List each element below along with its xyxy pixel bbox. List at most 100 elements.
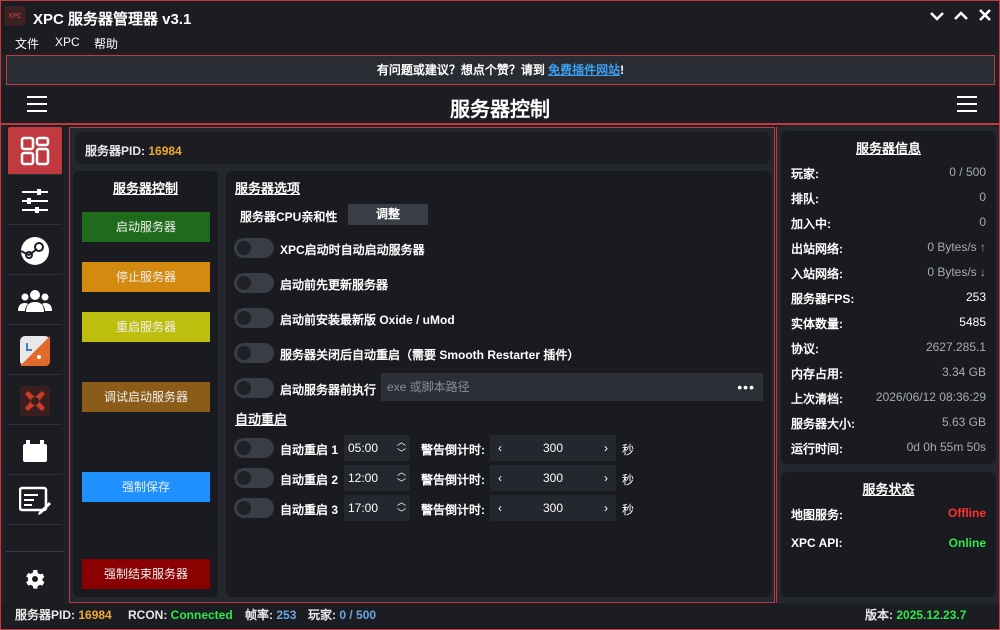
server-control-heading: 服务器控制 xyxy=(112,181,178,196)
start-server-button[interactable]: 启动服务器 xyxy=(82,212,210,242)
toggle-autostart-label: XPC启动时自动启动服务器 xyxy=(280,243,425,257)
status-key: XPC API: xyxy=(791,536,843,550)
banner-text: 有问题或建议？想点个赞？请到 xyxy=(376,63,549,77)
rust-icon xyxy=(20,385,50,416)
app-window: XPC XPC 服务器管理器 v3.1 文件 XPC 帮助 有问题或建议？想点个… xyxy=(0,0,1000,630)
seconds-unit: 秒 xyxy=(622,503,635,517)
toggle-autostart-server[interactable] xyxy=(234,238,274,258)
exec-path-input[interactable]: exe 或脚本路径 ••• xyxy=(381,373,763,401)
browse-more-icon[interactable]: ••• xyxy=(737,373,755,401)
sidebar-item-players[interactable] xyxy=(8,277,62,325)
debug-start-server-button[interactable]: 调试启动服务器 xyxy=(82,382,210,412)
status-badge: Online xyxy=(948,536,986,550)
cpu-affinity-adjust-button[interactable]: 调整 xyxy=(348,204,428,225)
sidebar-item-console[interactable] xyxy=(8,477,62,525)
toggle-auto-restart-2[interactable] xyxy=(234,468,274,488)
toggle-auto-restart-on-close[interactable] xyxy=(234,343,274,363)
toggle-auto-restart-3[interactable] xyxy=(234,498,274,518)
menu-file[interactable]: 文件 xyxy=(15,35,39,52)
statusbar-players-label: 玩家: xyxy=(308,608,340,622)
sidebar-item-rust[interactable] xyxy=(8,377,62,425)
toggle-auto-restart-label: 服务器关闭后自动重启（需要 Smooth Restarter 插件） xyxy=(280,348,580,362)
auto-restart-2-time[interactable]: 12:00 ︿ ﹀ xyxy=(344,465,410,491)
banner-suffix: ! xyxy=(620,63,625,77)
users-icon xyxy=(18,289,52,312)
statusbar-version: 版本: 2025.12.23.7 xyxy=(865,604,966,626)
auto-restart-3-time[interactable]: 17:00 ︿ ﹀ xyxy=(344,495,410,521)
info-row-memory: 内存占用: 3.34 GB xyxy=(791,365,986,382)
toggle-auto-restart-1[interactable] xyxy=(234,438,274,458)
plugin-app-icon xyxy=(20,335,50,366)
sidebar-item-dashboard[interactable] xyxy=(8,127,62,175)
countdown-1-stepper[interactable]: ‹ 300 › xyxy=(490,435,616,461)
info-key: 实体数量: xyxy=(791,317,843,331)
sidebar-item-schedule[interactable] xyxy=(8,427,62,475)
plugin-site-link[interactable]: 免费插件网站 xyxy=(548,63,620,77)
app-logo: XPC xyxy=(4,6,26,26)
countdown-value: 300 xyxy=(542,471,564,485)
statusbar-players: 玩家: 0 / 500 xyxy=(308,604,376,626)
info-value: 0 / 500 xyxy=(949,165,986,179)
countdown-2-stepper[interactable]: ‹ 300 › xyxy=(490,465,616,491)
server-control-panel: 服务器控制 启动服务器 停止服务器 重启服务器 调试启动服务器 强制保存 强制结… xyxy=(73,171,218,597)
time-spinner-icon[interactable]: ︿ ﹀ xyxy=(397,437,406,459)
sidebar-item-steam[interactable] xyxy=(8,227,62,275)
pid-bar: 服务器PID: 16984 xyxy=(75,132,770,164)
seconds-unit: 秒 xyxy=(622,473,635,487)
auto-restart-2-label: 自动重启 2 xyxy=(280,473,339,487)
status-row-api: XPC API: Online xyxy=(791,536,986,550)
auto-restart-1-time[interactable]: 05:00 ︿ ﹀ xyxy=(344,435,410,461)
chevron-up-icon[interactable] xyxy=(950,6,972,28)
info-value: 0 xyxy=(979,215,986,229)
info-row-joining: 加入中: 0 xyxy=(791,215,986,232)
time-value: 17:00 xyxy=(348,501,379,515)
statusbar-version-value: 2025.12.23.7 xyxy=(896,608,967,622)
menu-bar: 文件 XPC 帮助 xyxy=(1,33,999,53)
status-badge: Offline xyxy=(948,506,986,520)
sidebar-item-preferences[interactable] xyxy=(8,555,62,603)
restart-server-button[interactable]: 重启服务器 xyxy=(82,312,210,342)
chevron-down-icon[interactable] xyxy=(926,6,948,28)
statusbar-pid-value: 16984 xyxy=(78,608,112,622)
info-key: 服务器大小: xyxy=(791,417,855,431)
force-save-button[interactable]: 强制保存 xyxy=(82,472,210,502)
chevron-right-icon[interactable]: › xyxy=(604,465,608,491)
force-kill-server-button[interactable]: 强制结束服务器 xyxy=(82,559,210,589)
info-value: 253 xyxy=(965,290,986,304)
info-sidebar: 服务器信息 玩家: 0 / 500 排队: 0 加入中: 0 出站网络: 0 Bytes… xyxy=(776,127,999,603)
sidebar-item-plugins[interactable] xyxy=(8,327,62,375)
feedback-banner: 有问题或建议？想点个赞？请到 免费插件网站! xyxy=(6,55,995,85)
menu-xpc[interactable]: XPC xyxy=(55,35,80,49)
server-info-panel: 服务器信息 玩家: 0 / 500 排队: 0 加入中: 0 出站网络: 0 Bytes… xyxy=(781,131,996,464)
info-value: 5.63 GB xyxy=(941,415,986,429)
info-value: 0d 0h 55m 50s xyxy=(906,440,986,454)
statusbar-fps: 帧率: 253 xyxy=(245,604,296,626)
toggle-pre-start-exec[interactable] xyxy=(234,378,274,398)
chevron-right-icon[interactable]: › xyxy=(604,435,608,461)
sidebar xyxy=(6,127,64,603)
info-value: 0 Bytes/s ↓ xyxy=(927,265,986,279)
toggle-install-oxide[interactable] xyxy=(234,308,274,328)
close-icon[interactable] xyxy=(974,6,996,28)
countdown-3-stepper[interactable]: ‹ 300 › xyxy=(490,495,616,521)
time-spinner-icon[interactable]: ︿ ﹀ xyxy=(397,497,406,519)
menu-help[interactable]: 帮助 xyxy=(94,35,118,52)
toggle-pre-exec-label: 启动服务器前执行 xyxy=(280,383,377,397)
countdown-value: 300 xyxy=(542,501,564,515)
toggle-update-before-start[interactable] xyxy=(234,273,274,293)
info-key: 内存占用: xyxy=(791,367,843,381)
chevron-right-icon[interactable]: › xyxy=(604,495,608,521)
sidebar-item-settings[interactable] xyxy=(8,177,62,225)
countdown-3-label: 警告倒计时: xyxy=(421,503,485,517)
app-title: XPC 服务器管理器 v3.1 xyxy=(33,11,192,28)
info-value: 0 Bytes/s ↑ xyxy=(927,240,986,254)
status-row-map: 地图服务: Offline xyxy=(791,506,986,523)
stop-server-button[interactable]: 停止服务器 xyxy=(82,262,210,292)
info-key: 入站网络: xyxy=(791,267,843,281)
status-bar: 服务器PID: 16984 RCON: Connected 帧率: 253 玩家… xyxy=(1,604,999,629)
page-title: 服务器控制 xyxy=(450,99,550,121)
status-key: 地图服务: xyxy=(791,508,843,522)
menu-toggle-right-icon[interactable] xyxy=(957,96,977,112)
countdown-value: 300 xyxy=(542,441,564,455)
time-spinner-icon[interactable]: ︿ ﹀ xyxy=(397,467,406,489)
